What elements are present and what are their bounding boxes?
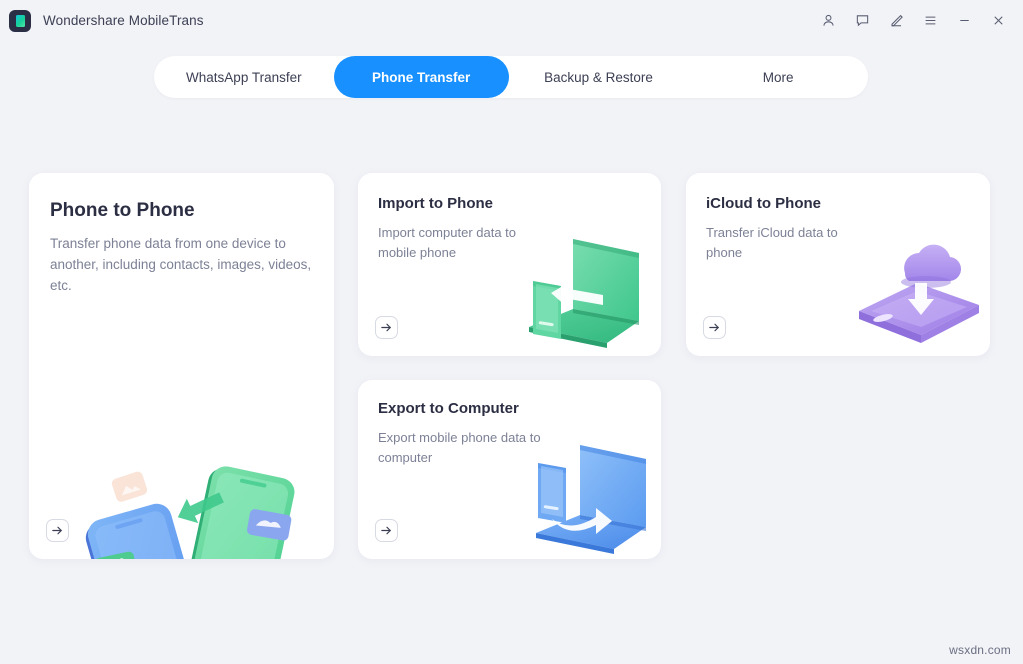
- card-title: Phone to Phone: [50, 200, 195, 221]
- menu-icon[interactable]: [913, 0, 947, 41]
- tab-phone-transfer[interactable]: Phone Transfer: [333, 56, 509, 98]
- card-phone-to-phone[interactable]: Phone to Phone Transfer phone data from …: [29, 173, 334, 559]
- close-icon[interactable]: [981, 0, 1015, 41]
- card-description: Transfer phone data from one device to a…: [50, 236, 312, 293]
- app-title: Wondershare MobileTrans: [43, 13, 204, 28]
- go-arrow-button[interactable]: [46, 519, 69, 542]
- mobiletrans-logo-icon: [9, 9, 31, 32]
- main-tab-bar: WhatsApp Transfer Phone Transfer Backup …: [154, 56, 868, 98]
- card-import-to-phone[interactable]: Import to Phone Import computer data to …: [358, 173, 661, 356]
- feedback-icon[interactable]: [845, 0, 879, 41]
- laptop-to-phone-illustration: [511, 225, 651, 353]
- phone-to-laptop-illustration: [518, 435, 658, 559]
- card-title: Export to Computer: [378, 400, 519, 417]
- watermark: wsxdn.com: [949, 643, 1011, 657]
- tab-whatsapp-transfer[interactable]: WhatsApp Transfer: [154, 56, 334, 98]
- two-phones-transfer-illustration: [84, 458, 319, 559]
- card-description: Transfer iCloud data to phone: [706, 225, 838, 260]
- window-controls: [811, 0, 1023, 41]
- card-icloud-to-phone[interactable]: iCloud to Phone Transfer iCloud data to …: [686, 173, 990, 356]
- go-arrow-button[interactable]: [703, 316, 726, 339]
- card-title: Import to Phone: [378, 195, 493, 212]
- edit-pen-icon[interactable]: [879, 0, 913, 41]
- cloud-to-phone-illustration: [851, 235, 986, 353]
- go-arrow-button[interactable]: [375, 519, 398, 542]
- logo-glyph: [15, 14, 25, 27]
- tab-backup-restore[interactable]: Backup & Restore: [509, 56, 689, 98]
- account-icon[interactable]: [811, 0, 845, 41]
- minimize-icon[interactable]: [947, 0, 981, 41]
- go-arrow-button[interactable]: [375, 316, 398, 339]
- card-export-to-computer[interactable]: Export to Computer Export mobile phone d…: [358, 380, 661, 559]
- card-title: iCloud to Phone: [706, 195, 821, 212]
- tab-more[interactable]: More: [688, 56, 868, 98]
- title-bar: Wondershare MobileTrans: [0, 0, 1023, 41]
